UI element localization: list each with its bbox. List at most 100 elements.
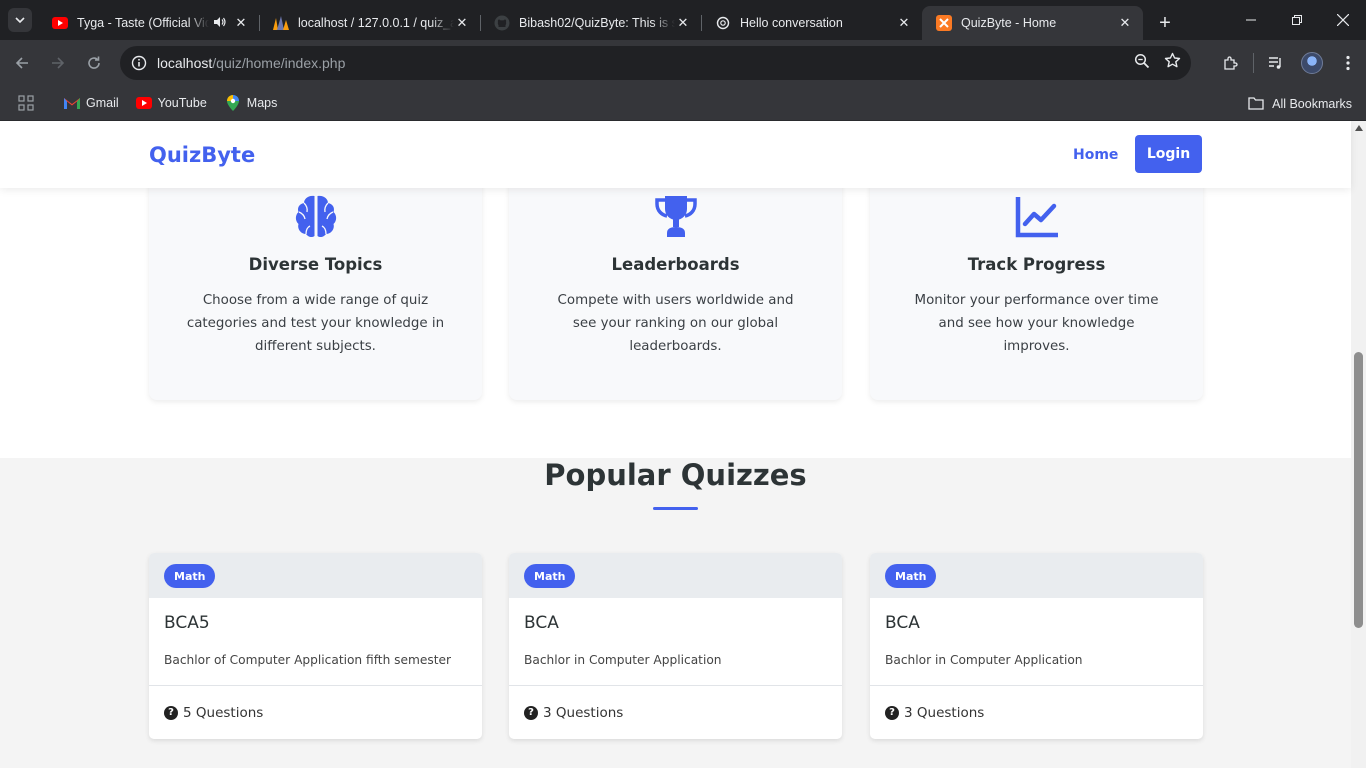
question-circle-icon: ? [524,705,538,720]
browser-tab-strip: Tyga - Taste (Official Video) ✕ localhos… [0,0,1366,40]
extensions-icon[interactable] [1213,45,1249,81]
page-scrollbar[interactable] [1351,121,1366,768]
feature-description: Compete with users worldwide and see you… [557,293,794,354]
trophy-icon [654,196,697,237]
toolbar-divider [1253,53,1254,73]
github-icon [494,15,510,31]
tab-title: QuizByte - Home [961,16,1057,30]
scroll-up-arrow-icon[interactable] [1355,125,1363,131]
maps-icon [225,95,241,111]
bookmark-label: Maps [246,96,278,110]
browser-tab[interactable]: Hello conversation ✕ [701,6,922,40]
site-info-icon[interactable] [122,46,156,80]
nav-home-link[interactable]: Home [1073,147,1118,163]
new-tab-button[interactable]: + [1151,9,1179,37]
restore-icon[interactable] [1274,0,1320,40]
chatgpt-icon [715,15,731,31]
quiz-card-header: Math [870,553,1203,598]
browser-toolbar: localhost/quiz/home/index.php [0,40,1366,86]
quiz-card[interactable]: Math BCA5 Bachlor of Computer Applicatio… [149,553,482,739]
feature-title: Leaderboards [611,255,740,274]
youtube-icon [135,95,152,111]
title-underline [653,507,698,510]
quiz-title[interactable]: BCA [524,613,559,633]
all-bookmarks-label: All Bookmarks [1272,96,1352,111]
chevron-down-icon [15,17,25,24]
quiz-title[interactable]: BCA5 [164,613,210,633]
speaker-icon[interactable] [213,16,227,31]
site-navbar: QuizByte Home Login [0,121,1351,188]
browser-tab[interactable]: Bibash02/QuizByte: This is simple ✕ [480,6,701,40]
url-text[interactable]: localhost/quiz/home/index.php [157,55,345,71]
all-bookmarks-button[interactable]: All Bookmarks [1248,86,1352,121]
quiz-card[interactable]: Math BCA Bachlor in Computer Application… [870,553,1203,739]
reload-icon[interactable] [76,45,112,81]
quiz-card-footer: ? 3 Questions [509,686,842,739]
youtube-icon [52,15,68,31]
close-window-icon[interactable] [1320,0,1366,40]
folder-icon [1248,96,1264,112]
browser-tab-active[interactable]: QuizByte - Home ✕ [922,6,1143,40]
quiz-card-header: Math [509,553,842,598]
kebab-menu-icon[interactable] [1330,45,1366,81]
popular-quizzes-section: Popular Quizzes Math BCA5 Bachlor of Com… [0,458,1351,768]
window-controls [1228,0,1366,40]
question-count: 5 Questions [183,704,264,721]
brand-logo[interactable]: QuizByte [149,143,255,167]
feature-description: Monitor your performance over time and s… [914,293,1159,354]
bookmark-label: Gmail [86,96,119,110]
forward-arrow-icon[interactable] [40,45,76,81]
chart-line-icon [1015,197,1058,238]
minimize-icon[interactable] [1228,0,1274,40]
tab-title: Hello conversation [740,16,843,30]
browser-tab[interactable]: localhost / 127.0.0.1 / quiz_app ✕ [259,6,480,40]
scrollbar-thumb[interactable] [1354,352,1363,628]
xampp-icon [936,15,952,31]
quiz-card-body: BCA Bachlor in Computer Application [509,598,842,686]
feature-title: Track Progress [967,255,1106,274]
media-control-icon[interactable] [1258,45,1294,81]
address-bar[interactable]: localhost/quiz/home/index.php [120,46,1191,80]
quiz-card-footer: ? 3 Questions [870,686,1203,739]
quiz-title[interactable]: BCA [885,613,920,633]
section-title: Popular Quizzes [544,458,807,492]
category-badge: Math [885,564,937,588]
tab-search-button[interactable] [8,8,32,32]
tab-title: localhost / 127.0.0.1 / quiz_app [298,16,454,30]
zoom-icon[interactable] [1134,53,1150,74]
bookmark-youtube[interactable]: YouTube [135,95,207,111]
profile-avatar[interactable] [1294,45,1330,81]
quiz-description: Bachlor in Computer Application [885,653,1083,667]
quiz-card-body: BCA5 Bachlor of Computer Application fif… [149,598,482,686]
page-viewport: Diverse Topics Choose from a wide range … [0,121,1366,768]
question-count: 3 Questions [543,704,624,721]
close-icon[interactable]: ✕ [454,15,470,31]
bookmark-star-icon[interactable] [1164,52,1181,74]
close-icon[interactable]: ✕ [896,15,912,31]
feature-title: Diverse Topics [248,255,383,274]
url-host: localhost [157,55,213,71]
bookmarks-bar: Gmail YouTube Maps All Bookmarks [0,86,1366,121]
close-icon[interactable]: ✕ [675,15,691,31]
bookmark-label: YouTube [157,96,207,110]
category-badge: Math [524,564,576,588]
bookmark-maps[interactable]: Maps [225,95,278,111]
close-icon[interactable]: ✕ [233,15,249,31]
question-count: 3 Questions [904,704,985,721]
tab-title: Bibash02/QuizByte: This is simple [519,16,675,30]
apps-grid-icon[interactable] [18,95,34,111]
login-button[interactable]: Login [1135,135,1202,173]
quiz-card-header: Math [149,553,482,598]
question-circle-icon: ? [164,705,178,720]
back-arrow-icon[interactable] [4,45,40,81]
quiz-card-footer: ? 5 Questions [149,686,482,739]
feature-description: Choose from a wide range of quiz categor… [186,293,445,354]
bookmark-gmail[interactable]: Gmail [64,95,119,111]
close-icon[interactable]: ✕ [1117,15,1133,31]
quiz-card[interactable]: Math BCA Bachlor in Computer Application… [509,553,842,739]
gmail-icon [64,95,80,111]
browser-tab[interactable]: Tyga - Taste (Official Video) ✕ [38,6,259,40]
question-circle-icon: ? [885,705,899,720]
phpmyadmin-icon [273,15,289,31]
quiz-card-body: BCA Bachlor in Computer Application [870,598,1203,686]
